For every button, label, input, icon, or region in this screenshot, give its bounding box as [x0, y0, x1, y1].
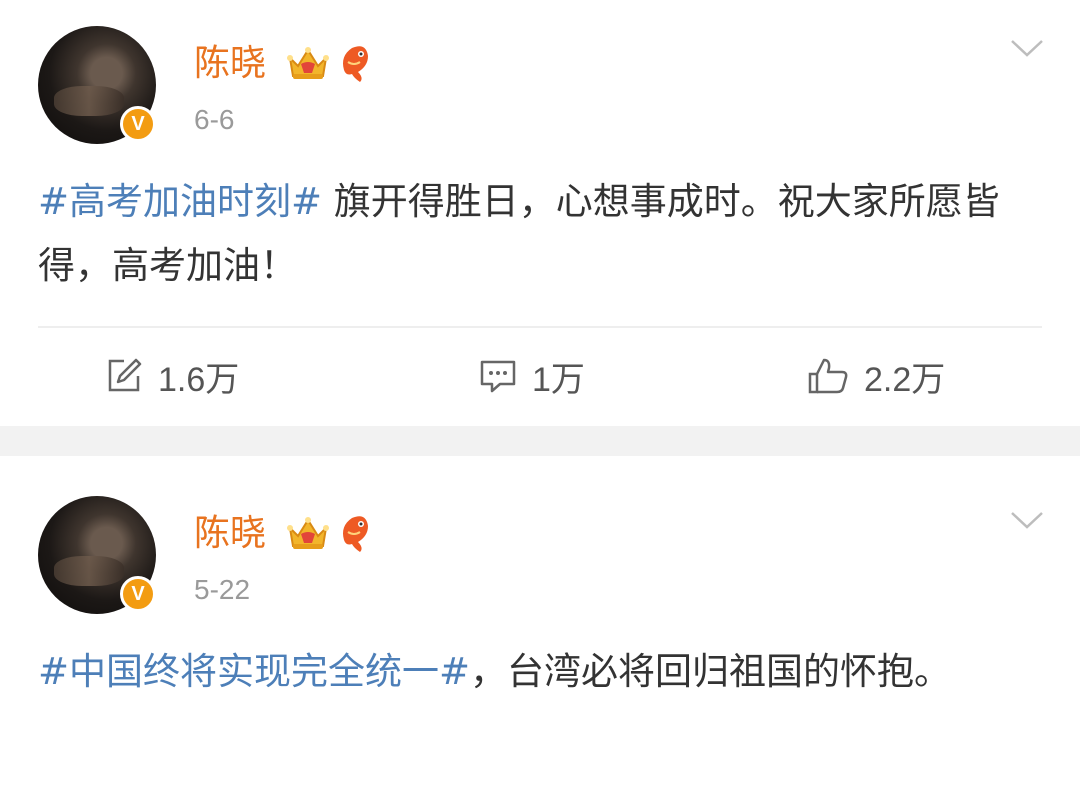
author-name[interactable]: 陈晓 [194, 510, 266, 558]
divider [38, 326, 1042, 328]
post-date: 5-22 [194, 574, 251, 605]
repost-button[interactable]: 1.6万 [104, 346, 239, 406]
avatar-photo-detail [54, 86, 124, 116]
post-text: ，台湾必将回归祖国的怀抱。 [470, 650, 952, 693]
comment-icon [480, 360, 516, 393]
crown-icon[interactable] [286, 510, 330, 554]
weibo-post: V 陈晓 5-22 #中国终将实现完全统一#，台湾必将回归祖国的怀抱。 [0, 456, 1080, 790]
fish-badge-icon[interactable] [334, 40, 374, 84]
chevron-down-icon[interactable] [1010, 510, 1044, 530]
post-separator [0, 426, 1080, 456]
repost-icon [108, 358, 142, 392]
weibo-post: V 陈晓 6-6 #高考加油时刻# 旗开得胜日，心想事成时。祝大家所愿皆得，高考… [0, 0, 1080, 426]
fish-badge-icon[interactable] [334, 510, 374, 554]
repost-count: 1.6万 [158, 360, 240, 399]
author-name[interactable]: 陈晓 [194, 40, 266, 88]
action-bar: 1.6万 1万 2.2万 [0, 346, 1080, 406]
hashtag-link[interactable]: #高考加油时刻# [38, 180, 322, 223]
like-icon [808, 358, 848, 394]
verified-v-icon: V [120, 106, 156, 142]
hashtag-link[interactable]: #中国终将实现完全统一# [38, 650, 470, 693]
crown-icon[interactable] [286, 40, 330, 84]
like-button[interactable]: 2.2万 [806, 346, 945, 406]
post-content: #中国终将实现完全统一#，台湾必将回归祖国的怀抱。 [38, 640, 1038, 704]
comment-button[interactable]: 1万 [478, 346, 585, 406]
chevron-down-icon[interactable] [1010, 38, 1044, 58]
verified-v-icon: V [120, 576, 156, 612]
comment-count: 1万 [532, 360, 585, 399]
post-content: #高考加油时刻# 旗开得胜日，心想事成时。祝大家所愿皆得，高考加油！ [38, 170, 1038, 298]
like-count: 2.2万 [864, 360, 946, 399]
avatar-photo-detail [54, 556, 124, 586]
post-date: 6-6 [194, 104, 235, 135]
